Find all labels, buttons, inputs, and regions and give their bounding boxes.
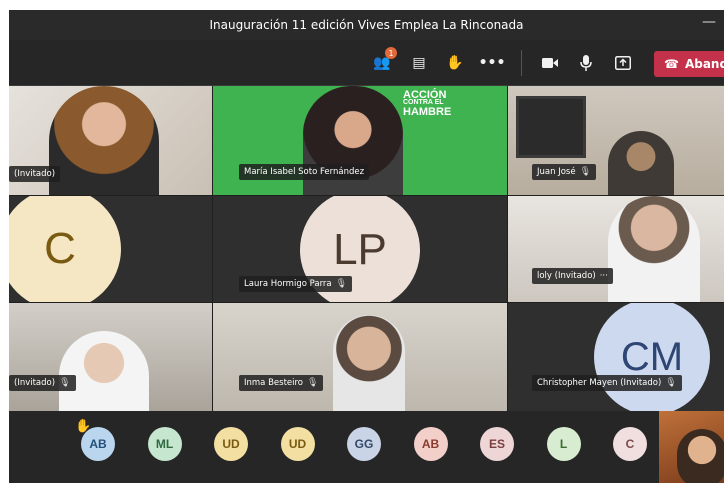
- participant-video: [608, 196, 700, 302]
- roster-avatar[interactable]: C: [613, 427, 647, 461]
- participant-name: María Isabel Soto Fernández: [244, 167, 365, 177]
- participant-name: Christopher Mayen (Invitado): [537, 378, 662, 388]
- roster-avatar[interactable]: UD: [214, 427, 248, 461]
- roster-avatar[interactable]: L: [546, 427, 581, 461]
- name-tag: (Invitado): [9, 166, 61, 182]
- participant-name: (Invitado): [14, 378, 56, 388]
- name-tag: Inma Besteiro 🎙: [239, 375, 324, 391]
- camera-button[interactable]: [539, 52, 561, 74]
- video-tile-loly[interactable]: loly (Invitado) ···: [508, 196, 724, 302]
- video-tile-participant-7[interactable]: (Invitado) 🎙: [9, 303, 212, 411]
- video-tile-c[interactable]: C: [9, 196, 212, 302]
- name-tag: Juan José 🎙: [532, 164, 596, 180]
- video-grid: (Invitado) ACCIÓN CONTRA EL HAMBRE María…: [9, 86, 724, 411]
- mic-muted-icon: 🎙: [59, 378, 71, 388]
- participants-badge: 1: [385, 47, 397, 59]
- leave-label: Abandonar: [684, 57, 724, 71]
- name-tag: Laura Hormigo Parra 🎙: [239, 276, 353, 292]
- microphone-button[interactable]: [575, 52, 597, 74]
- share-screen-icon: [615, 56, 631, 70]
- leave-button[interactable]: ☎ Abandonar: [654, 51, 724, 77]
- mic-muted-icon: 🎙: [579, 167, 591, 177]
- meeting-title: Inauguración 11 edición Vives Emplea La …: [209, 18, 524, 32]
- video-tile-inma-besteiro[interactable]: Inma Besteiro 🎙: [213, 303, 507, 411]
- video-tile-participant-1[interactable]: (Invitado): [9, 86, 212, 195]
- more-options-icon[interactable]: ···: [600, 271, 608, 281]
- roster-avatar[interactable]: ES: [480, 427, 514, 461]
- participant-name: Laura Hormigo Parra: [244, 279, 332, 289]
- self-video-person: [677, 429, 724, 483]
- roster-avatar[interactable]: ML: [147, 427, 182, 461]
- video-tile-laura-hormigo[interactable]: LP Laura Hormigo Parra 🎙: [213, 196, 507, 302]
- mic-muted-icon: 🎙: [307, 378, 319, 388]
- hang-up-icon: ☎: [664, 57, 679, 71]
- name-tag: loly (Invitado) ···: [532, 268, 613, 284]
- avatar-initials: CM: [620, 334, 684, 379]
- video-tile-christopher-mayen[interactable]: CM Christopher Mayen (Invitado) 🎙: [508, 303, 724, 411]
- more-icon: •••: [478, 55, 506, 71]
- participant-video: [49, 86, 159, 195]
- avatar-initials: C: [44, 224, 76, 273]
- title-bar: Inauguración 11 edición Vives Emplea La …: [9, 10, 724, 40]
- video-tile-juan-jose[interactable]: Juan José 🎙: [508, 86, 724, 195]
- more-actions-button[interactable]: •••: [478, 52, 506, 74]
- raise-hand-button[interactable]: ✋: [444, 52, 466, 74]
- teams-window: Inauguración 11 edición Vives Emplea La …: [9, 10, 724, 483]
- meeting-toolbar: 👥 1 ▤ ✋ ••• ☎ Abandonar: [9, 40, 724, 86]
- share-screen-button[interactable]: [612, 52, 634, 74]
- name-tag: María Isabel Soto Fernández: [239, 164, 370, 180]
- avatar: CM: [594, 303, 710, 411]
- brand-logo: ACCIÓN CONTRA EL HAMBRE: [403, 89, 452, 119]
- chat-button[interactable]: ▤: [408, 52, 430, 74]
- mic-muted-icon: 🎙: [665, 378, 677, 388]
- mic-muted-icon: 🎙: [335, 279, 348, 289]
- participant-video: [333, 315, 405, 411]
- name-tag: (Invitado) 🎙: [9, 375, 76, 391]
- minimize-icon[interactable]: —: [702, 14, 716, 30]
- camera-icon: [542, 58, 558, 68]
- name-tag: Christopher Mayen (Invitado) 🎙: [532, 375, 682, 391]
- self-view-video[interactable]: [659, 411, 724, 483]
- participant-name: Inma Besteiro: [244, 378, 304, 388]
- roster-avatar[interactable]: AB: [413, 427, 448, 461]
- participant-video: [59, 331, 149, 411]
- participant-roster: AB ✋ ML UD UD GG AB ES L C: [9, 411, 724, 483]
- brand-line-3: HAMBRE: [403, 106, 452, 119]
- hand-icon: ✋: [446, 55, 464, 71]
- microphone-icon: [580, 55, 592, 71]
- participant-name: (Invitado): [14, 169, 56, 179]
- roster-avatar[interactable]: GG: [347, 427, 381, 461]
- participant-video: [608, 131, 674, 195]
- raised-hand-icon: ✋: [75, 419, 92, 434]
- wall-picture: [516, 96, 586, 158]
- avatar-initials: LP: [333, 225, 387, 274]
- participants-button[interactable]: 👥 1: [371, 47, 397, 74]
- avatar: C: [9, 196, 121, 302]
- toolbar-divider: [521, 50, 522, 76]
- participant-name: loly (Invitado): [537, 271, 596, 281]
- participant-name: Juan José: [537, 167, 576, 177]
- video-tile-maria-isabel[interactable]: ACCIÓN CONTRA EL HAMBRE María Isabel Sot…: [213, 86, 507, 195]
- chat-icon: ▤: [412, 55, 426, 71]
- roster-avatar[interactable]: UD: [280, 427, 315, 461]
